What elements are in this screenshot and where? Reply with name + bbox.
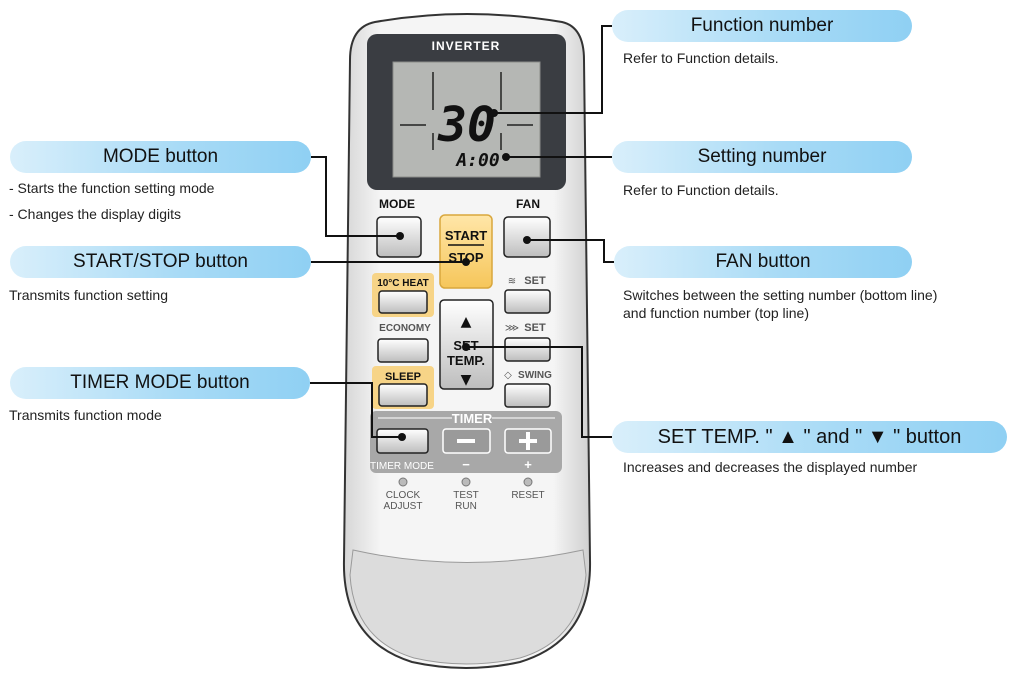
set-horizontal-label: SET (524, 322, 546, 334)
timer-mode-button[interactable] (376, 428, 429, 454)
down-arrow-icon: ▼ (461, 372, 472, 388)
fan-label: FAN (516, 197, 540, 211)
test-run-label-1: TEST (453, 490, 479, 501)
vertical-airflow-icon: ≋ (508, 276, 516, 287)
mode-button-note-1: - Starts the function setting mode (9, 180, 215, 196)
swing-icon: ◇ (504, 370, 512, 381)
fan-button-note-1: Switches between the setting number (bot… (623, 287, 938, 303)
diagram: INVERTER 30 A:00 MODE FAN START STOP 10°… (0, 0, 1016, 673)
setting-number-note: Refer to Function details. (623, 182, 779, 198)
timer-label: TIMER (452, 411, 493, 426)
set-vertical-label: SET (524, 275, 546, 287)
mode-button-callout: MODE button (10, 141, 311, 173)
economy-label: ECONOMY (379, 323, 431, 334)
test-run-label-2: RUN (455, 501, 477, 512)
horizontal-airflow-icon: ⋙ (505, 323, 519, 334)
function-number-note: Refer to Function details. (623, 50, 779, 66)
plus-label: + (524, 457, 532, 472)
heat-button[interactable] (378, 290, 428, 314)
test-run-button[interactable] (461, 477, 471, 487)
minus-label: − (462, 457, 470, 472)
set-temp-label-2: TEMP. (447, 353, 485, 368)
heat-label: 10°C HEAT (377, 278, 429, 289)
sleep-label: SLEEP (385, 371, 421, 383)
timer-mode-label: TIMER MODE (370, 461, 434, 472)
timer-mode-callout: TIMER MODE button (10, 367, 310, 399)
reset-label: RESET (511, 490, 544, 501)
mode-label: MODE (379, 197, 415, 211)
fan-button-callout: FAN button (614, 246, 912, 278)
clock-adjust-label-2: ADJUST (384, 501, 423, 512)
function-number-callout: Function number (612, 10, 912, 42)
start-label: START (445, 228, 487, 243)
mode-button-note-2: - Changes the display digits (9, 206, 181, 222)
swing-label: SWING (518, 370, 552, 381)
brand-label: INVERTER (432, 39, 501, 53)
sleep-button[interactable] (378, 383, 428, 407)
set-temp-callout: SET TEMP. " ▲ " and " ▼ " button (612, 421, 1007, 453)
reset-button[interactable] (523, 477, 533, 487)
set-horizontal-button[interactable] (504, 337, 551, 362)
clock-adjust-button[interactable] (398, 477, 408, 487)
function-number-display: 30 (437, 97, 496, 153)
remote-control-illustration: INVERTER 30 A:00 MODE FAN START STOP 10°… (310, 13, 614, 669)
clock-adjust-label-1: CLOCK (386, 490, 421, 501)
set-temp-note: Increases and decreases the displayed nu… (623, 459, 918, 475)
set-vertical-button[interactable] (504, 289, 551, 314)
swing-button[interactable] (504, 383, 551, 408)
start-stop-callout: START/STOP button (10, 246, 311, 278)
fan-button-note-2: and function number (top line) (623, 305, 809, 321)
setting-number-callout: Setting number (612, 141, 912, 173)
timer-mode-note: Transmits function mode (9, 407, 162, 423)
setting-number-display: A:00 (455, 150, 500, 171)
up-arrow-icon: ▲ (461, 314, 472, 330)
economy-button[interactable] (377, 338, 429, 363)
start-stop-note: Transmits function setting (9, 287, 168, 303)
